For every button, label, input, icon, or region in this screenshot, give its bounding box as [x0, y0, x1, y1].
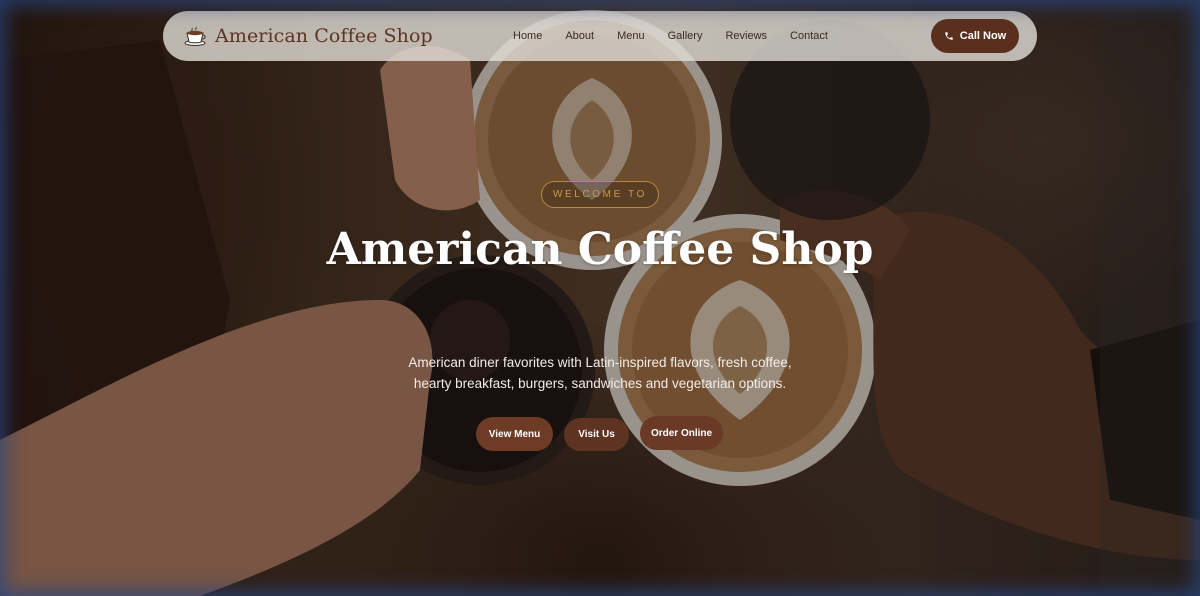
hero-subtitle: American diner favorites with Latin-insp… [360, 352, 840, 394]
hero-subtitle-line-1: American diner favorites with Latin-insp… [408, 355, 792, 370]
page-frame: American Coffee Shop Home About Menu Gal… [0, 0, 1200, 596]
hero-dark-overlay [0, 0, 1200, 596]
nav-link-about[interactable]: About [565, 30, 594, 42]
nav-link-reviews[interactable]: Reviews [725, 30, 767, 42]
nav-link-menu[interactable]: Menu [617, 30, 645, 42]
hero-title-text: American Coffee Shop [326, 224, 874, 275]
phone-icon [945, 32, 953, 40]
coffee-cup-icon [183, 24, 207, 48]
main-navbar: American Coffee Shop Home About Menu Gal… [163, 11, 1037, 61]
order-online-button[interactable]: Order Online [640, 416, 723, 450]
nav-link-home[interactable]: Home [513, 30, 542, 42]
nav-link-contact[interactable]: Contact [790, 30, 828, 42]
brand-name: American Coffee Shop [215, 25, 433, 47]
hero-subtitle-line-2: hearty breakfast, burgers, sandwiches an… [413, 376, 787, 391]
nav-links: Home About Menu Gallery Reviews Contact [513, 11, 851, 61]
call-now-label: Call Now [959, 30, 1007, 42]
brand-home-link[interactable]: American Coffee Shop [183, 24, 433, 48]
call-now-button[interactable]: Call Now [931, 19, 1019, 53]
hero-title: American Coffee Shop [300, 222, 900, 278]
visit-us-button[interactable]: Visit Us [564, 418, 629, 451]
welcome-badge: WELCOME TO [541, 181, 659, 208]
view-menu-button[interactable]: View Menu [476, 417, 553, 451]
nav-link-gallery[interactable]: Gallery [668, 30, 703, 42]
